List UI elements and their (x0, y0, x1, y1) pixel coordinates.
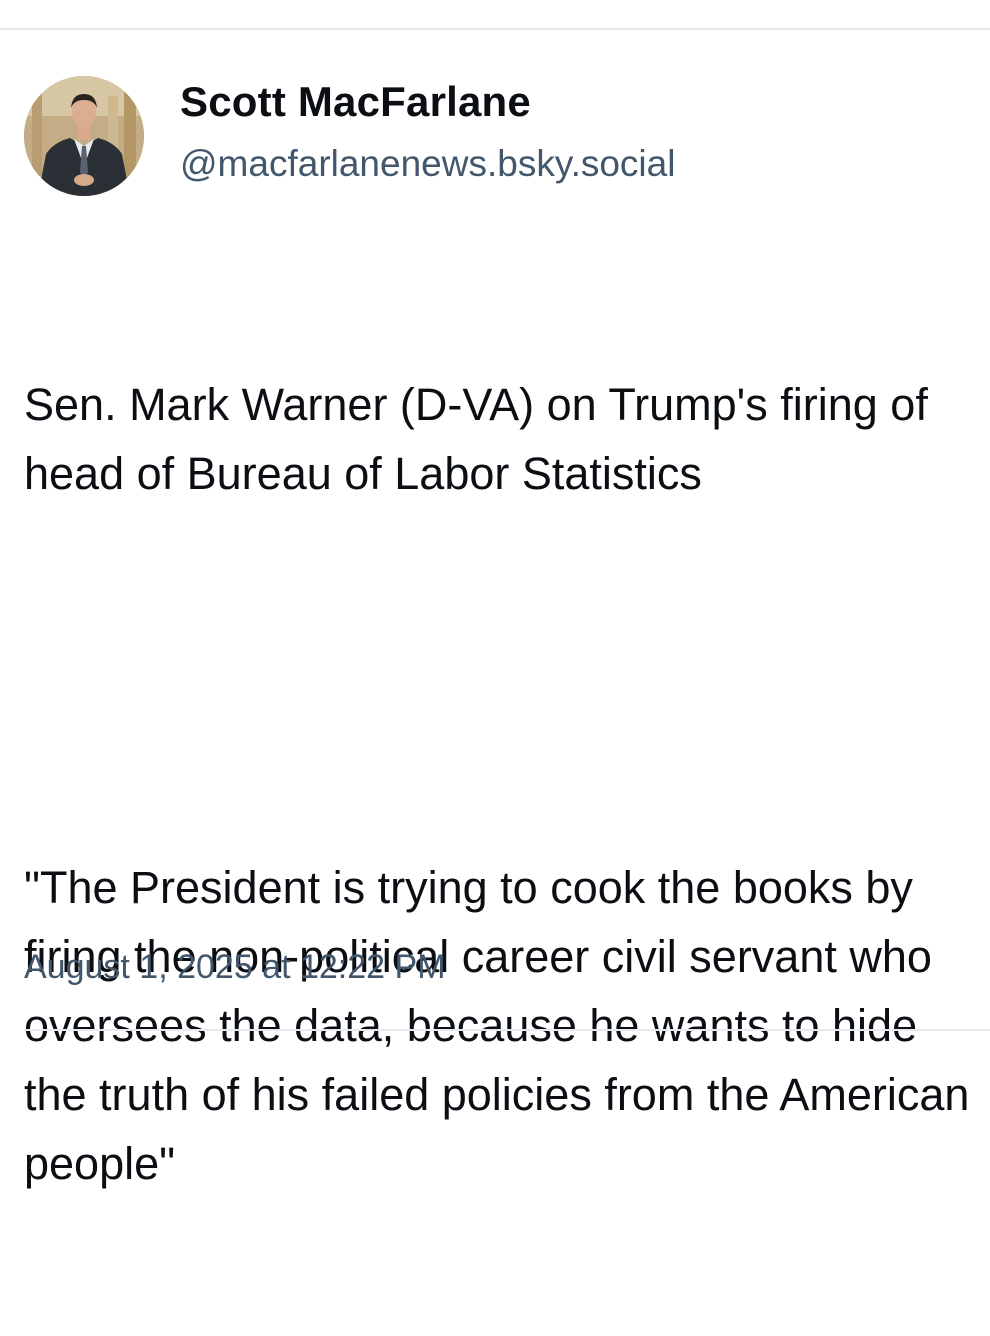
post-paragraph: Sen. Mark Warner (D-VA) on Trump's firin… (24, 379, 941, 499)
post-card[interactable]: Scott MacFarlane @macfarlanenews.bsky.so… (0, 30, 990, 1189)
post-paragraph-quote: "The President is trying to cook the boo… (24, 862, 982, 1189)
author-display-name[interactable]: Scott MacFarlane (180, 78, 531, 126)
user-avatar-icon (24, 76, 144, 196)
author-handle[interactable]: @macfarlanenews.bsky.social (180, 143, 675, 185)
author-avatar[interactable] (24, 76, 144, 196)
post-text: Sen. Mark Warner (D-VA) on Trump's firin… (24, 232, 986, 1336)
post-timestamp[interactable]: August 1, 2025 at 12:22 PM (24, 948, 446, 987)
bottom-divider (24, 1029, 990, 1031)
